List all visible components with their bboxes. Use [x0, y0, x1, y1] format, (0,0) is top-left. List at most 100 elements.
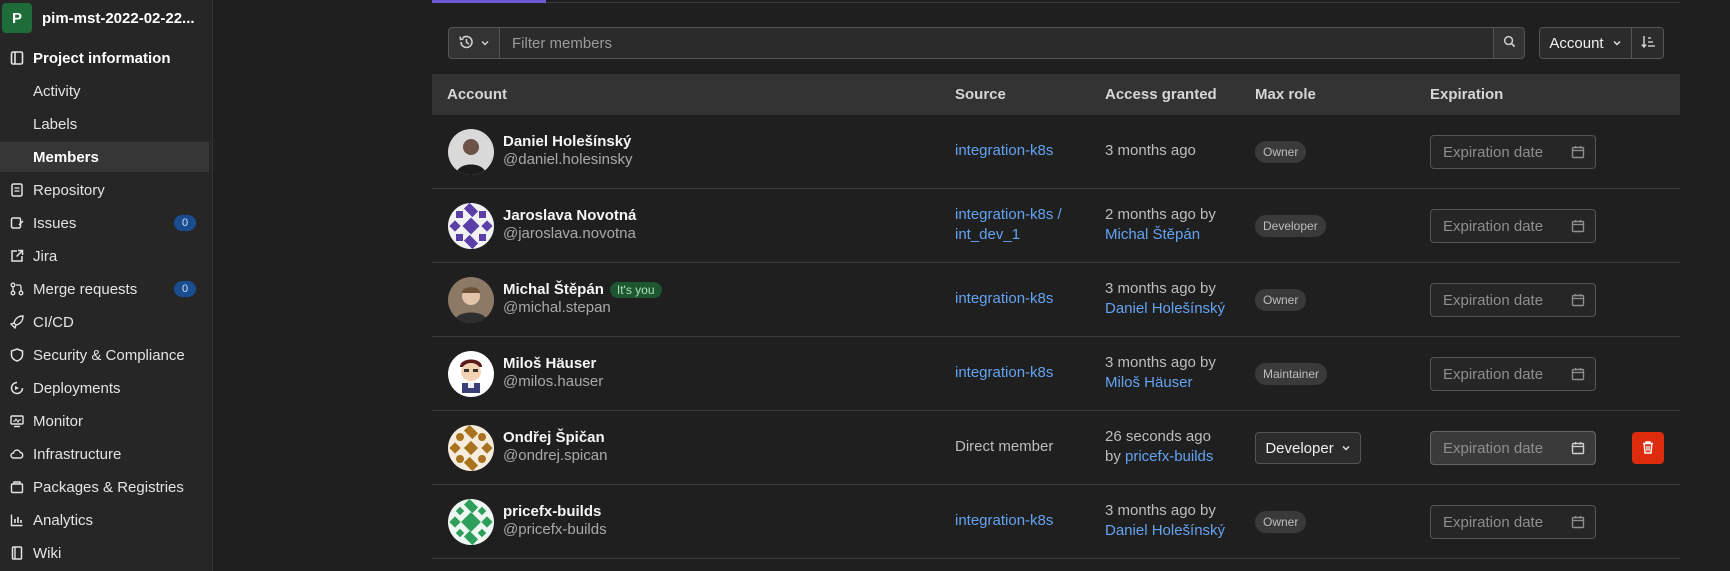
- calendar-icon[interactable]: [1571, 441, 1585, 459]
- table-row: Daniel Holešínský @daniel.holesinsky int…: [432, 115, 1680, 189]
- calendar-icon: [1571, 219, 1585, 237]
- sidebar-item-jira[interactable]: Jira: [0, 241, 209, 271]
- avatar[interactable]: [448, 351, 494, 397]
- search-button[interactable]: [1494, 27, 1525, 59]
- source-link[interactable]: integration-k8s / int_dev_1: [955, 205, 1062, 245]
- sidebar-item-members[interactable]: Members: [0, 142, 209, 172]
- member-name-text: Michal Štěpán: [503, 281, 604, 298]
- expiration-date-field: Expiration date: [1430, 357, 1596, 391]
- member-name[interactable]: Daniel Holešínský: [503, 133, 631, 150]
- trash-icon: [1641, 440, 1655, 457]
- source-link[interactable]: integration-k8s: [955, 363, 1053, 383]
- sidebar-item-merge-requests[interactable]: Merge requests 0: [0, 274, 209, 304]
- source-link[interactable]: integration-k8s: [955, 289, 1053, 309]
- sidebar-item-project-information[interactable]: Project information: [0, 43, 209, 73]
- external-link-icon: [10, 249, 24, 263]
- expiration-date-input[interactable]: Expiration date: [1430, 431, 1596, 465]
- granted-by-link[interactable]: Michal Štěpán: [1105, 226, 1200, 243]
- table-row: Jaroslava Novotná @jaroslava.novotna int…: [432, 189, 1680, 263]
- sidebar-item-activity[interactable]: Activity: [0, 76, 209, 106]
- column-header-max-role: Max role: [1255, 86, 1316, 103]
- calendar-icon: [1571, 515, 1585, 533]
- sidebar-item-label: Deployments: [33, 379, 121, 397]
- source-link[interactable]: integration-k8s: [955, 141, 1053, 161]
- tab-divider: [546, 2, 1680, 3]
- expiration-date-field: Expiration date: [1430, 283, 1596, 317]
- book-icon: [10, 546, 24, 560]
- monitor-icon: [10, 414, 24, 428]
- expiration-date-field: Expiration date: [1430, 505, 1596, 539]
- filter-bar: [448, 27, 1525, 59]
- granted-by-link[interactable]: pricefx-builds: [1125, 448, 1213, 465]
- granted-by-link[interactable]: Daniel Holešínský: [1105, 300, 1225, 317]
- granted-by-link[interactable]: Miloš Häuser: [1105, 374, 1193, 391]
- member-name[interactable]: pricefx-builds: [503, 503, 601, 520]
- member-username: @ondrej.spican: [503, 447, 608, 464]
- access-granted-text: 2 months ago by: [1105, 206, 1216, 223]
- role-badge: Owner: [1255, 289, 1307, 311]
- its-you-badge: It's you: [609, 281, 662, 298]
- access-granted: 26 seconds ago by pricefx-builds: [1105, 427, 1213, 467]
- role-dropdown[interactable]: Developer: [1255, 432, 1361, 464]
- rocket-icon: [10, 315, 24, 329]
- sidebar-item-deployments[interactable]: Deployments: [0, 373, 209, 403]
- sidebar-item-label: Wiki: [33, 544, 62, 562]
- member-username: @daniel.holesinsky: [503, 151, 633, 168]
- member-username: @jaroslava.novotna: [503, 225, 636, 242]
- calendar-icon: [1571, 293, 1585, 311]
- avatar[interactable]: [448, 203, 494, 249]
- access-granted-text: 3 months ago by: [1105, 502, 1216, 519]
- avatar[interactable]: [448, 425, 494, 471]
- role-dropdown-label: Developer: [1265, 439, 1334, 457]
- member-name[interactable]: Jaroslava Novotná: [503, 207, 636, 224]
- access-granted-text: 26 seconds ago: [1105, 428, 1211, 445]
- chevron-down-icon: [480, 35, 490, 51]
- sidebar-item-analytics[interactable]: Analytics: [0, 505, 209, 535]
- sidebar-item-security-compliance[interactable]: Security & Compliance: [0, 340, 209, 370]
- sidebar-item-label: CI/CD: [33, 313, 74, 331]
- access-granted: 3 months ago by Daniel Holešínský: [1105, 501, 1225, 541]
- source-link[interactable]: integration-k8s: [955, 511, 1053, 531]
- recent-searches-button[interactable]: [448, 27, 500, 59]
- avatar[interactable]: [448, 129, 494, 175]
- member-name[interactable]: Ondřej Špičan: [503, 429, 605, 446]
- sidebar-item-label: Repository: [33, 181, 105, 199]
- sort-direction-button[interactable]: [1632, 27, 1664, 59]
- filter-members-input[interactable]: [500, 27, 1494, 59]
- sidebar-item-labels[interactable]: Labels: [0, 109, 209, 139]
- avatar[interactable]: [448, 277, 494, 323]
- sidebar-item-label: Infrastructure: [33, 445, 122, 463]
- source-link-line: int_dev_1: [955, 226, 1021, 243]
- project-name: pim-mst-2022-02-22...: [42, 9, 195, 27]
- active-tab-indicator: [432, 0, 546, 3]
- project-avatar: P: [2, 3, 32, 33]
- expiration-date-field: Expiration date: [1430, 209, 1596, 243]
- project-header[interactable]: P pim-mst-2022-02-22...: [0, 0, 212, 36]
- granted-by-link[interactable]: Daniel Holešínský: [1105, 522, 1225, 539]
- avatar[interactable]: [448, 499, 494, 545]
- remove-member-button[interactable]: [1632, 432, 1664, 464]
- merge-requests-count-badge: 0: [174, 281, 196, 297]
- expiration-placeholder: Expiration date: [1443, 365, 1544, 383]
- sidebar-item-label: Analytics: [33, 511, 94, 529]
- sidebar-item-monitor[interactable]: Monitor: [0, 406, 209, 436]
- cloud-icon: [10, 447, 24, 461]
- sidebar-item-infrastructure[interactable]: Infrastructure: [0, 439, 209, 469]
- access-granted: 2 months ago by Michal Štěpán: [1105, 205, 1216, 245]
- issues-icon: [10, 216, 24, 230]
- chevron-down-icon: [1341, 440, 1351, 457]
- sidebar-item-repository[interactable]: Repository: [0, 175, 209, 205]
- member-name[interactable]: Miloš Häuser: [503, 355, 596, 372]
- sort-by-dropdown[interactable]: Account: [1539, 27, 1632, 59]
- chart-icon: [10, 513, 24, 527]
- sidebar-item-packages-registries[interactable]: Packages & Registries: [0, 472, 209, 502]
- access-granted-text: 3 months ago by: [1105, 280, 1216, 297]
- sidebar-item-issues[interactable]: Issues 0: [0, 208, 209, 238]
- sidebar-item-ci-cd[interactable]: CI/CD: [0, 307, 209, 337]
- sort-lowest-icon: [1640, 34, 1656, 53]
- table-row: Michal Štěpán It's you @michal.stepan in…: [432, 263, 1680, 337]
- member-name[interactable]: Michal Štěpán It's you: [503, 281, 662, 298]
- role-badge: Developer: [1255, 215, 1326, 237]
- sidebar-item-wiki[interactable]: Wiki: [0, 538, 209, 568]
- sidebar-item-label: Packages & Registries: [33, 478, 184, 496]
